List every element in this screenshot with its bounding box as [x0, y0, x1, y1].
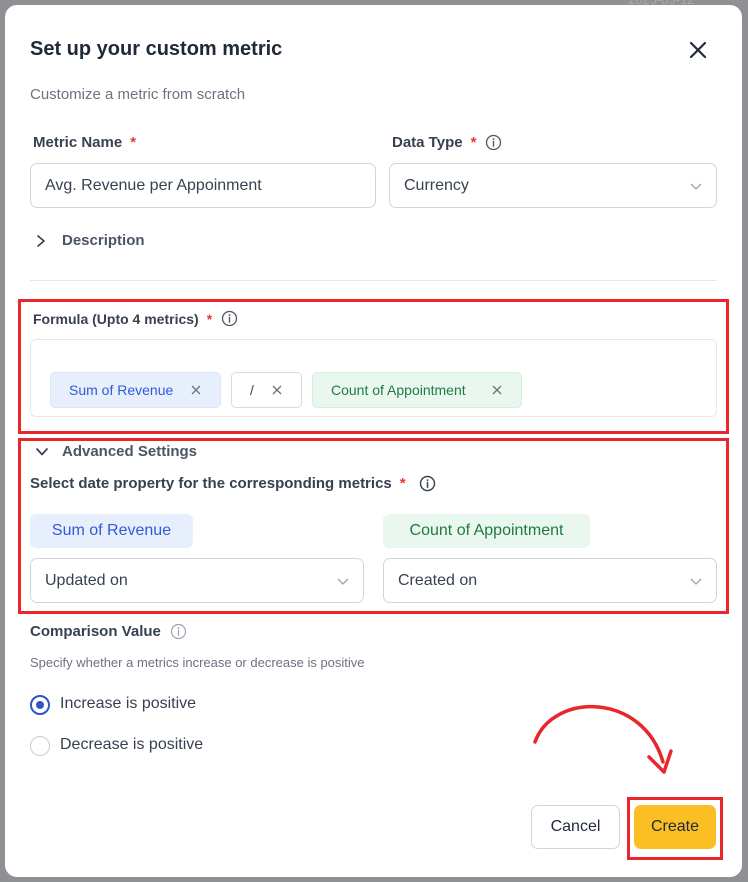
- required-marker: *: [130, 134, 137, 151]
- comparison-value-label: Comparison Value: [30, 623, 187, 640]
- highlight-advanced-settings: [18, 438, 729, 614]
- radio-button[interactable]: [30, 736, 50, 756]
- chevron-right-icon: [37, 234, 45, 247]
- dialog-title: Set up your custom metric: [30, 38, 283, 60]
- custom-metric-dialog: Set up your custom metric Customize a me…: [5, 5, 742, 877]
- comparison-help-text: Specify whether a metrics increase or de…: [30, 655, 365, 670]
- chevron-down-icon: [690, 183, 702, 190]
- description-label: Description: [62, 232, 145, 249]
- curved-arrow: [533, 704, 673, 774]
- required-marker: *: [470, 134, 477, 151]
- data-type-value: Currency: [404, 176, 469, 194]
- metric-name-value: Avg. Revenue per Appoinment: [45, 176, 262, 194]
- radio-option-increase[interactable]: Increase is positive: [30, 694, 230, 716]
- data-type-label: Data Type *: [392, 134, 502, 151]
- close-icon[interactable]: [687, 39, 709, 61]
- highlight-formula: [18, 299, 729, 434]
- data-type-select[interactable]: Currency: [389, 163, 717, 208]
- divider: [30, 280, 717, 281]
- dialog-subtitle: Customize a metric from scratch: [30, 86, 246, 103]
- info-icon[interactable]: [170, 623, 187, 640]
- cancel-button[interactable]: Cancel: [531, 805, 620, 849]
- radio-label: Decrease is positive: [60, 736, 204, 753]
- comparison-label-text: Comparison Value: [30, 623, 161, 640]
- metric-name-input[interactable]: Avg. Revenue per Appoinment: [30, 163, 376, 208]
- metric-name-label: Metric Name *: [33, 134, 136, 151]
- radio-option-decrease[interactable]: Decrease is positive: [30, 735, 230, 757]
- data-type-label-text: Data Type: [392, 134, 463, 151]
- description-toggle[interactable]: Description: [35, 232, 145, 249]
- info-icon[interactable]: [485, 134, 502, 151]
- metric-name-label-text: Metric Name: [33, 134, 123, 151]
- highlight-create-button: [627, 797, 723, 860]
- radio-button-selected[interactable]: [30, 695, 50, 715]
- radio-label: Increase is positive: [60, 695, 197, 712]
